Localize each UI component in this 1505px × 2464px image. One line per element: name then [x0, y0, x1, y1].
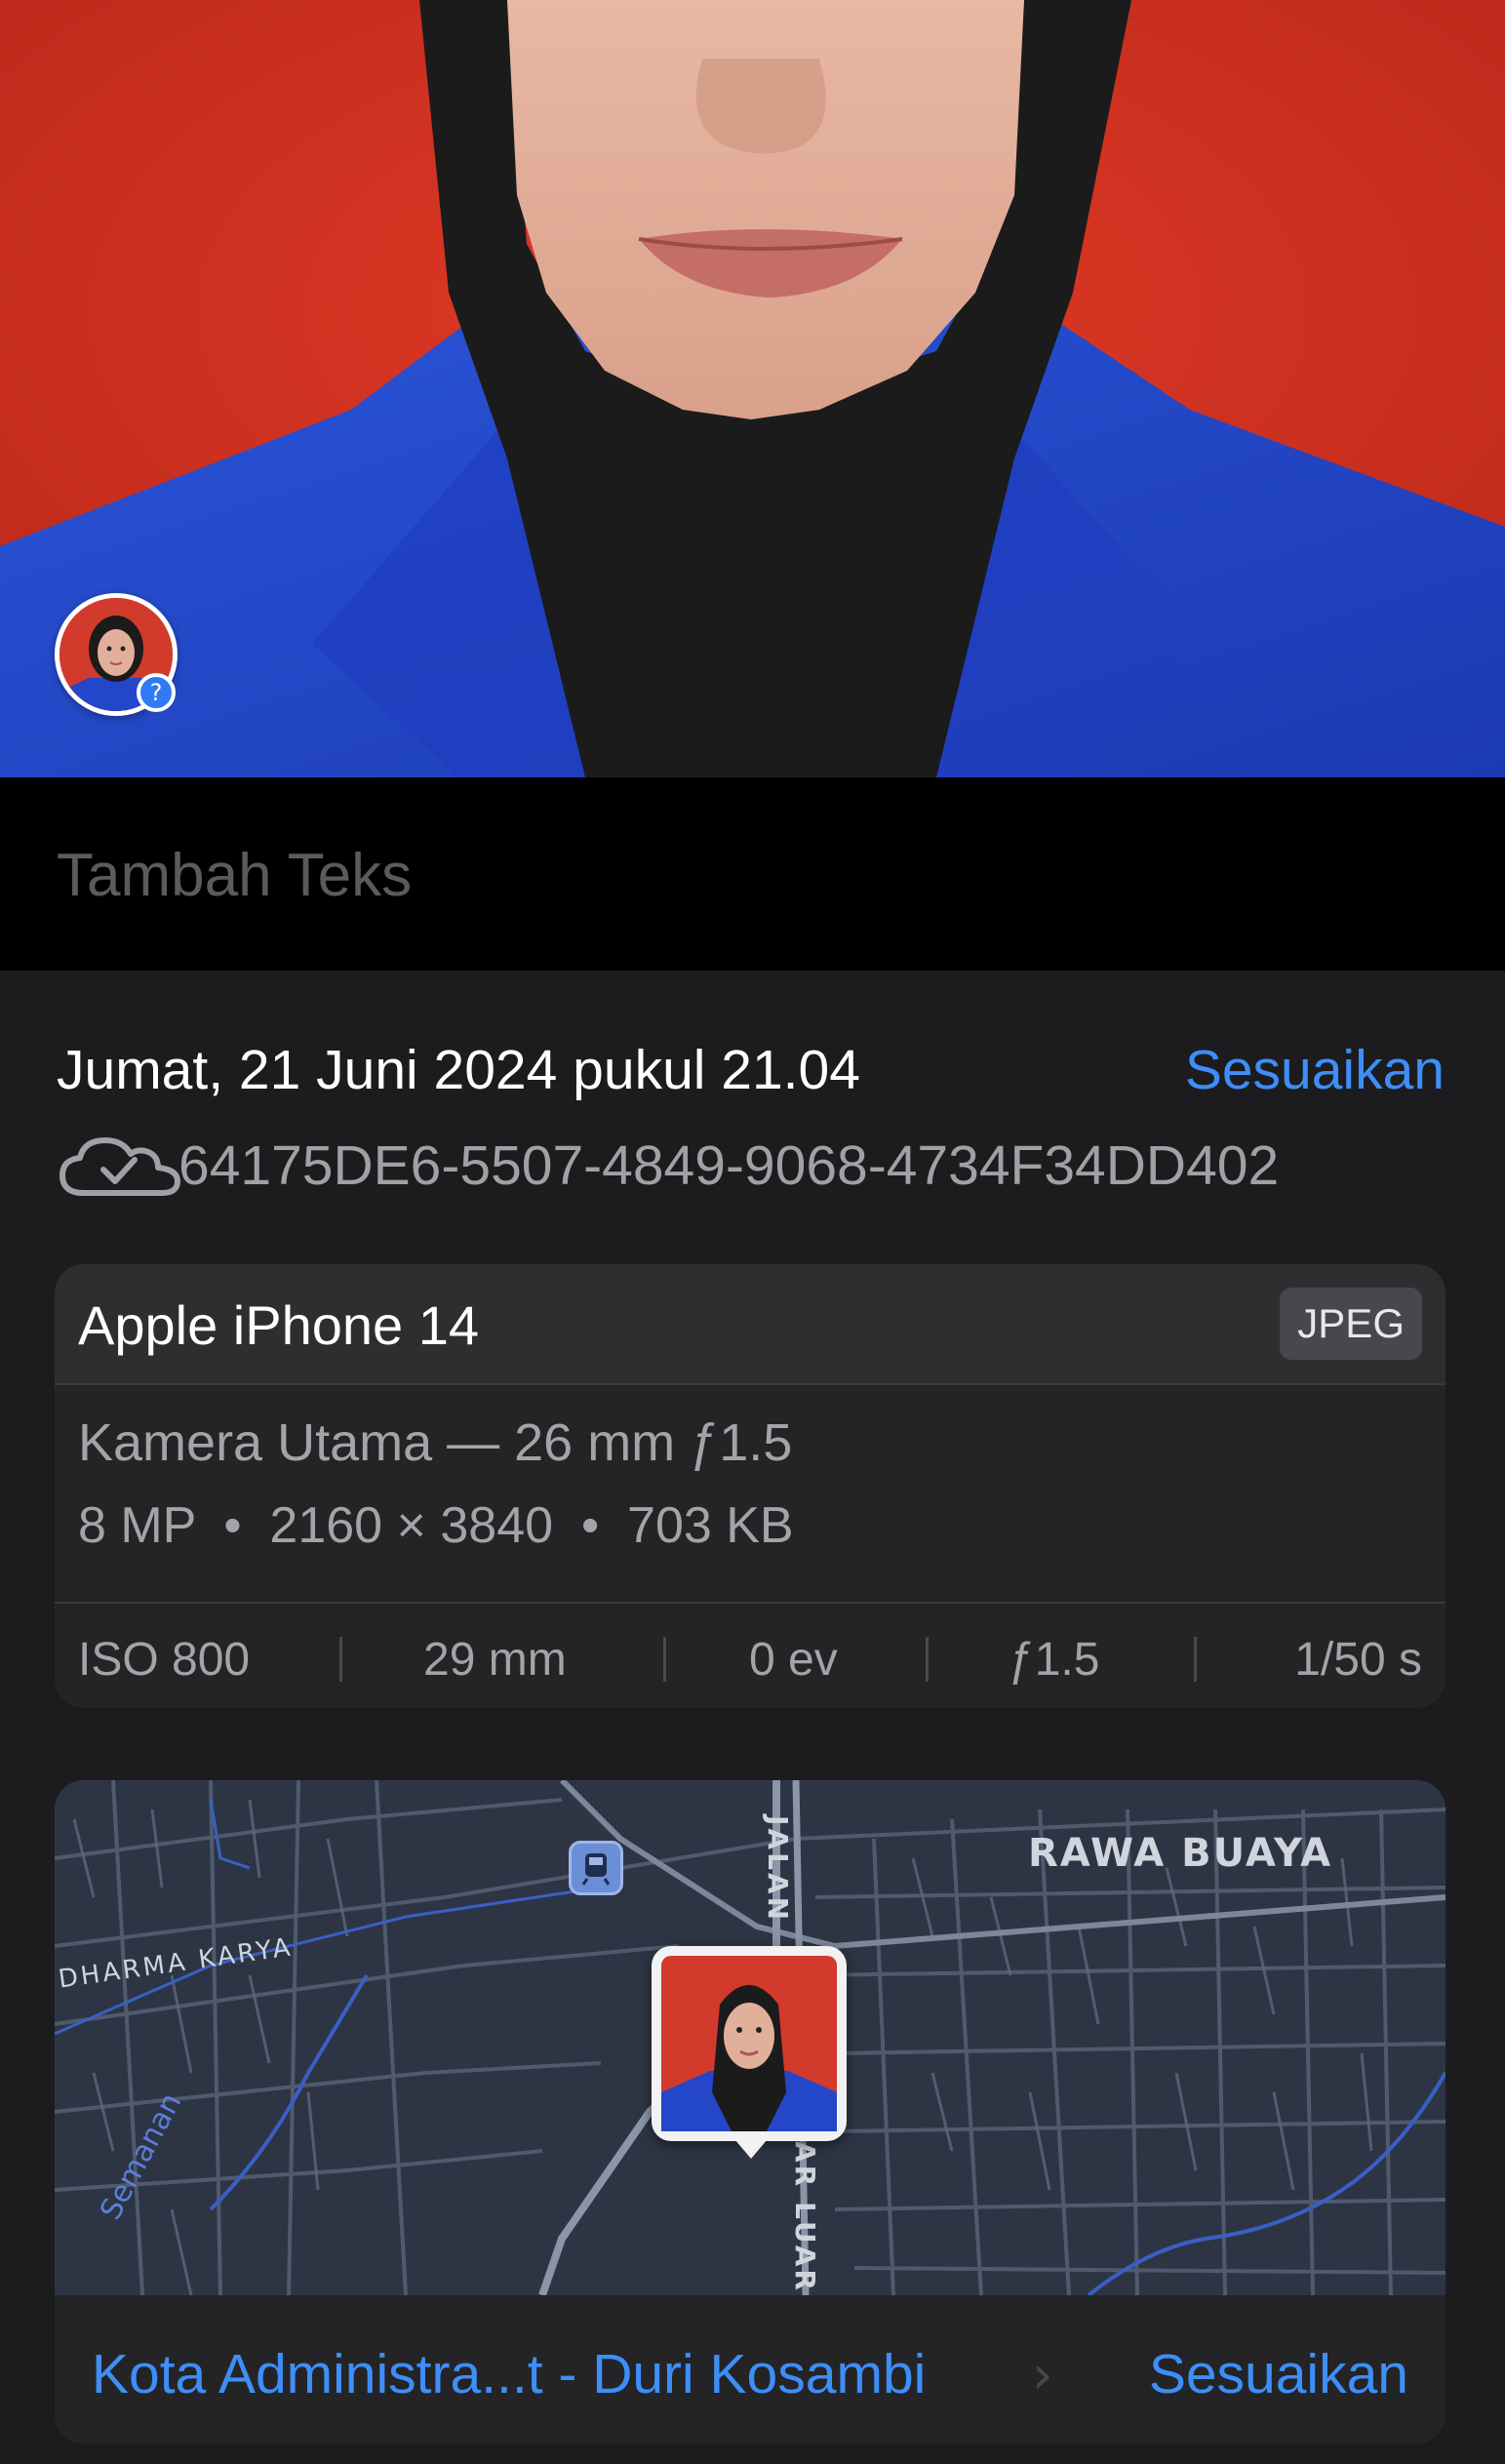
format-badge: JPEG — [1280, 1288, 1422, 1360]
image-specs: 8 MP • 2160 × 3840 • 703 KB — [78, 1497, 794, 1554]
train-station-icon[interactable] — [569, 1841, 623, 1895]
location-footer: Kota Administra...t - Duri Kosambi › Ses… — [55, 2295, 1446, 2444]
exif-focal-length: 29 mm — [423, 1634, 567, 1686]
lens-info: Kamera Utama — 26 mm ƒ1.5 — [78, 1413, 793, 1472]
exif-divider — [663, 1637, 666, 1682]
exif-divider — [1194, 1637, 1197, 1682]
camera-info-card: Apple iPhone 14 JPEG Kamera Utama — 26 m… — [55, 1264, 1446, 1708]
exif-row: ISO 800 29 mm 0 ev ƒ1.5 1/50 s — [55, 1602, 1446, 1708]
location-map-card[interactable]: RAWA BUAYA DHARMA KARYA Semanan JALAN AR… — [55, 1780, 1446, 2444]
photo-identifier: 64175DE6-5507-4849-9068-4734F34DD402 — [178, 1134, 1280, 1197]
exif-divider — [339, 1637, 342, 1682]
camera-card-header: Apple iPhone 14 JPEG — [55, 1264, 1446, 1385]
portrait-photo — [0, 0, 1505, 777]
chevron-right-icon: › — [1032, 2344, 1053, 2405]
exif-iso: ISO 800 — [78, 1634, 251, 1686]
exif-aperture: ƒ1.5 — [1009, 1634, 1100, 1686]
adjust-date-button[interactable]: Sesuaikan — [1185, 1038, 1445, 1102]
caption-input[interactable] — [57, 841, 1422, 909]
unknown-person-badge-icon[interactable]: ? — [137, 673, 176, 712]
location-name-link[interactable]: Kota Administra...t - Duri Kosambi — [92, 2342, 926, 2406]
map-label-rawa-buaya: RAWA BUAYA — [1028, 1831, 1333, 1876]
map-label-jalan: JALAN — [762, 1815, 794, 1924]
map-label-ar-luar: AR LUAR — [789, 2141, 821, 2293]
pin-pointer — [730, 2133, 772, 2159]
device-name: Apple iPhone 14 — [78, 1294, 480, 1356]
capture-date: Jumat, 21 Juni 2024 pukul 21.04 — [57, 1039, 860, 1101]
exif-shutter-speed: 1/50 s — [1294, 1634, 1422, 1686]
exif-divider — [926, 1637, 929, 1682]
photo-location-pin[interactable] — [652, 1946, 847, 2141]
exif-exposure-value: 0 ev — [749, 1634, 838, 1686]
adjust-location-button[interactable]: Sesuaikan — [1149, 2342, 1408, 2406]
photo-viewer[interactable]: ? — [0, 0, 1505, 777]
cloud-check-icon — [59, 1137, 180, 1196]
